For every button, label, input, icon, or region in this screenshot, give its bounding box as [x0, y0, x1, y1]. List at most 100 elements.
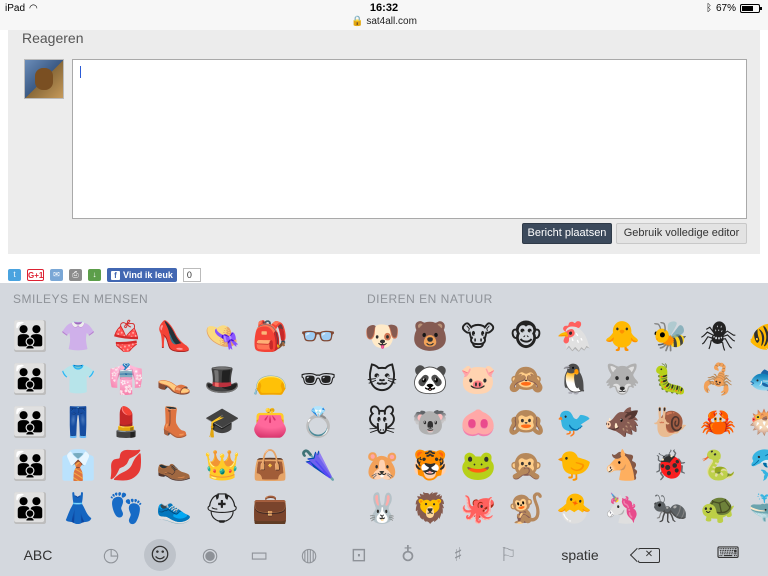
animals-emoji-key[interactable]: 🐵 — [502, 315, 550, 358]
smileys-emoji-key[interactable]: 👡 — [150, 358, 198, 401]
animals-emoji-key[interactable]: 🐍 — [694, 444, 742, 487]
animals-emoji-key[interactable]: 🐞 — [646, 444, 694, 487]
ball-category-icon[interactable]: ◍ — [295, 541, 323, 569]
smileys-emoji-key[interactable]: 🌂 — [294, 444, 342, 487]
animals-emoji-key[interactable]: 🦄 — [598, 487, 646, 530]
food-category-icon[interactable]: ▭ — [245, 541, 273, 569]
smileys-emoji-key[interactable]: 👪 — [6, 444, 54, 487]
smileys-emoji-key[interactable]: 🕶 — [294, 358, 342, 401]
symbols-category-icon[interactable]: ♯ — [444, 541, 472, 569]
print-icon[interactable]: ⎙ — [69, 269, 82, 281]
animals-emoji-key[interactable]: 🐠 — [742, 315, 768, 358]
delete-icon[interactable]: ✕ — [638, 548, 660, 563]
full-editor-button[interactable]: Gebruik volledige editor — [616, 223, 747, 244]
abc-key[interactable]: ABC — [16, 541, 60, 569]
animals-emoji-key[interactable]: 🐙 — [454, 487, 502, 530]
smileys-emoji-key[interactable]: 👘 — [102, 358, 150, 401]
twitter-icon[interactable]: t — [8, 269, 21, 281]
address-bar[interactable]: 🔒 sat4all.com — [0, 16, 768, 27]
animals-emoji-key[interactable]: 🐔 — [550, 315, 598, 358]
smileys-emoji-key[interactable]: 👪 — [6, 358, 54, 401]
animals-emoji-key[interactable]: 🦂 — [694, 358, 742, 401]
smileys-emoji-key[interactable]: 👪 — [6, 487, 54, 530]
smileys-emoji-key[interactable]: 👞 — [150, 444, 198, 487]
animals-emoji-key[interactable]: 🐱 — [358, 358, 406, 401]
hide-keyboard-icon[interactable]: ⌨ — [716, 545, 740, 561]
animals-emoji-key[interactable]: 🐭 — [358, 401, 406, 444]
flag-category-icon[interactable]: ⚐ — [494, 541, 522, 569]
recent-clock-icon[interactable]: ◷ — [97, 541, 125, 569]
smileys-emoji-key[interactable]: 👚 — [54, 315, 102, 358]
download-icon[interactable]: ↓ — [88, 269, 101, 281]
smileys-emoji-key[interactable]: 👖 — [54, 401, 102, 444]
smileys-emoji-key[interactable]: 🎩 — [198, 358, 246, 401]
reply-textarea[interactable] — [72, 59, 747, 219]
animals-emoji-key[interactable]: 🐳 — [742, 487, 768, 530]
smileys-emoji-key[interactable]: 🎒 — [246, 315, 294, 358]
animals-emoji-key[interactable]: 🐼 — [406, 358, 454, 401]
animals-emoji-key[interactable]: 🐌 — [646, 401, 694, 444]
smileys-emoji-key[interactable]: 💼 — [246, 487, 294, 530]
animals-emoji-key[interactable]: 🐺 — [598, 358, 646, 401]
smileys-emoji-key[interactable]: 👪 — [6, 401, 54, 444]
smileys-emoji-key[interactable]: ⛑ — [198, 487, 246, 530]
smileys-emoji-key[interactable]: 💋 — [102, 444, 150, 487]
animals-emoji-key[interactable]: 🐮 — [454, 315, 502, 358]
animals-emoji-key[interactable]: 🙊 — [502, 444, 550, 487]
animals-emoji-key[interactable]: 🐷 — [454, 358, 502, 401]
animals-emoji-key[interactable]: 🐧 — [550, 358, 598, 401]
googleplus-button[interactable]: G+1 — [27, 269, 44, 281]
animals-emoji-key[interactable]: 🐯 — [406, 444, 454, 487]
animals-emoji-key[interactable]: 🐥 — [598, 315, 646, 358]
smileys-emoji-key[interactable]: 👑 — [198, 444, 246, 487]
animals-emoji-key[interactable]: 🐬 — [742, 444, 768, 487]
animals-emoji-key[interactable]: 🐦 — [550, 401, 598, 444]
animals-emoji-key[interactable]: 🙉 — [502, 401, 550, 444]
animals-emoji-key[interactable]: 🐤 — [550, 444, 598, 487]
animals-emoji-key[interactable]: 🐸 — [454, 444, 502, 487]
smileys-emoji-key[interactable]: 👒 — [198, 315, 246, 358]
smileys-emoji-key[interactable]: 👓 — [294, 315, 342, 358]
animals-emoji-key[interactable]: 🐛 — [646, 358, 694, 401]
animals-emoji-key[interactable]: 🐰 — [358, 487, 406, 530]
smileys-emoji-key[interactable]: 👝 — [246, 358, 294, 401]
animals-emoji-key[interactable]: 🐶 — [358, 315, 406, 358]
smileys-emoji-key[interactable]: 👛 — [246, 401, 294, 444]
animal-category-icon[interactable]: ◉ — [196, 541, 224, 569]
animals-emoji-key[interactable]: 🐗 — [598, 401, 646, 444]
animals-emoji-key[interactable]: 🐒 — [502, 487, 550, 530]
smileys-emoji-key[interactable]: 👗 — [54, 487, 102, 530]
lightbulb-category-icon[interactable]: ♁ — [394, 541, 422, 569]
animals-emoji-key[interactable]: 🐽 — [454, 401, 502, 444]
smileys-emoji-key[interactable]: 👢 — [150, 401, 198, 444]
smileys-emoji-key[interactable]: 👪 — [6, 315, 54, 358]
animals-emoji-key[interactable]: 🐻 — [406, 315, 454, 358]
animals-emoji-key[interactable]: 🐣 — [550, 487, 598, 530]
smileys-emoji-key[interactable]: 👣 — [102, 487, 150, 530]
smileys-emoji-key[interactable]: 👜 — [246, 444, 294, 487]
smileys-emoji-key[interactable]: 👙 — [102, 315, 150, 358]
smileys-emoji-key[interactable]: 💍 — [294, 401, 342, 444]
smileys-emoji-key[interactable]: 🎓 — [198, 401, 246, 444]
animals-emoji-key[interactable]: 🐢 — [694, 487, 742, 530]
smiley-category-icon[interactable]: ☺ — [144, 539, 176, 571]
smileys-emoji-key[interactable]: 👕 — [54, 358, 102, 401]
car-category-icon[interactable]: ⊡ — [345, 541, 373, 569]
animals-emoji-key[interactable]: 🐨 — [406, 401, 454, 444]
space-key[interactable]: spatie — [550, 541, 610, 569]
animals-emoji-key[interactable]: 🐹 — [358, 444, 406, 487]
animals-emoji-key[interactable]: 🙈 — [502, 358, 550, 401]
animals-emoji-key[interactable]: 🦁 — [406, 487, 454, 530]
animals-emoji-key[interactable]: 🐜 — [646, 487, 694, 530]
animals-emoji-key[interactable]: 🐴 — [598, 444, 646, 487]
smileys-emoji-key[interactable]: 👟 — [150, 487, 198, 530]
smileys-emoji-key[interactable]: 👔 — [54, 444, 102, 487]
smileys-emoji-key[interactable]: 💄 — [102, 401, 150, 444]
animals-emoji-key[interactable]: 🦀 — [694, 401, 742, 444]
animals-emoji-key[interactable]: 🐟 — [742, 358, 768, 401]
animals-emoji-key[interactable]: 🐡 — [742, 401, 768, 444]
facebook-like-button[interactable]: f Vind ik leuk — [107, 268, 177, 282]
smileys-emoji-key[interactable]: 👠 — [150, 315, 198, 358]
animals-emoji-key[interactable]: 🕷 — [694, 315, 742, 358]
mail-icon[interactable]: ✉ — [50, 269, 63, 281]
